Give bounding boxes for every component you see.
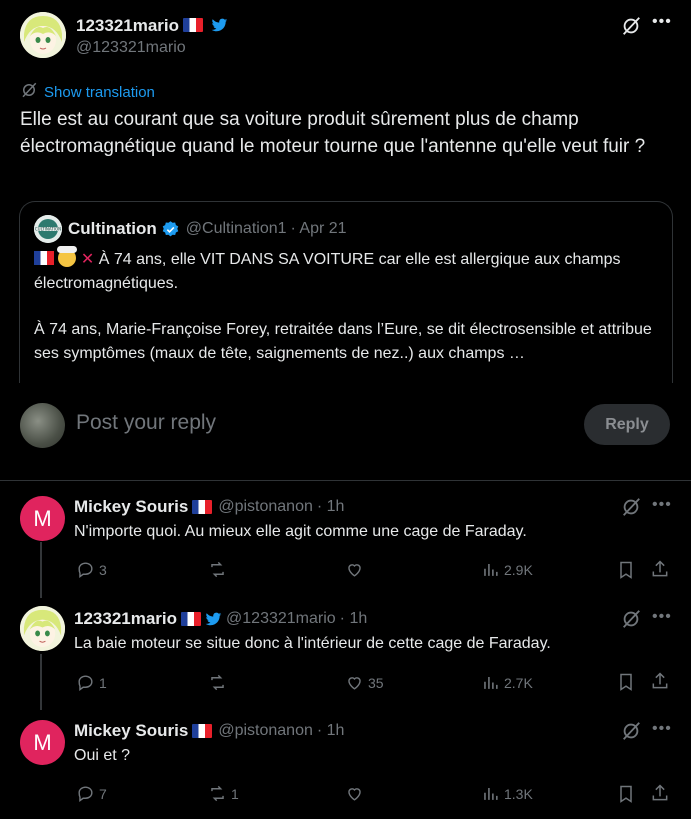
- quote-line-1: À 74 ans, elle VIT DANS SA VOITURE car e…: [34, 251, 621, 292]
- like-action[interactable]: 35: [345, 673, 384, 692]
- quote-line-2: À 74 ans, Marie-Françoise Forey, retrait…: [34, 321, 652, 362]
- quote-emoji-flag: [34, 251, 54, 265]
- quote-author-name[interactable]: Cultination: [68, 219, 157, 239]
- my-avatar[interactable]: [20, 403, 65, 448]
- views-action[interactable]: 2.7K: [481, 673, 533, 692]
- reply-2-time[interactable]: · 1h: [340, 610, 368, 628]
- like-action[interactable]: [345, 784, 368, 803]
- share-icon[interactable]: [650, 671, 670, 696]
- quote-author-handle[interactable]: @Cultination1: [186, 220, 287, 238]
- reply-count: 1: [99, 674, 107, 691]
- twitter-bird-icon: [211, 18, 228, 38]
- quote-date[interactable]: · Apr 21: [291, 220, 347, 238]
- reply-2-text: La baie moteur se situe donc à l'intérie…: [74, 635, 551, 652]
- grok-icon[interactable]: [620, 15, 642, 37]
- divider: [0, 480, 691, 481]
- bookmark-icon[interactable]: [616, 560, 636, 585]
- france-flag-icon: [181, 612, 202, 626]
- reply-action[interactable]: 3: [76, 560, 107, 579]
- france-flag-icon: [183, 18, 204, 32]
- verified-badge-icon: [161, 220, 180, 239]
- main-author-handle[interactable]: @123321mario: [76, 39, 186, 57]
- grok-icon[interactable]: [620, 496, 642, 518]
- reply-1-avatar[interactable]: M: [20, 496, 65, 541]
- bookmark-icon[interactable]: [616, 784, 636, 809]
- reply-icon: [78, 786, 93, 803]
- like-icon: [348, 677, 361, 690]
- views-action[interactable]: 2.9K: [481, 560, 533, 579]
- translate-icon: [20, 81, 38, 104]
- repost-icon: [211, 674, 224, 691]
- reply-3-text: Oui et ?: [74, 747, 131, 764]
- reply-count: 7: [99, 785, 107, 802]
- show-translation-link[interactable]: Show translation: [44, 84, 155, 101]
- main-author-avatar[interactable]: [20, 12, 66, 58]
- like-action[interactable]: [345, 560, 368, 579]
- reply-1-handle[interactable]: @pistonanon: [218, 498, 313, 516]
- views-count: 2.7K: [504, 674, 533, 691]
- reply-3-time[interactable]: · 1h: [317, 722, 345, 740]
- like-icon: [348, 788, 361, 801]
- thread-connector: [40, 654, 42, 710]
- reply-2-avatar[interactable]: [20, 606, 65, 651]
- reply-2-handle[interactable]: @123321mario: [226, 610, 336, 628]
- svg-text:CULTINATION: CULTINATION: [35, 227, 61, 232]
- views-action[interactable]: 1.3K: [481, 784, 533, 803]
- grok-icon[interactable]: [620, 608, 642, 630]
- reply-action[interactable]: 7: [76, 784, 107, 803]
- reply-1-text: N'importe quoi. Au mieux elle agit comme…: [74, 523, 527, 540]
- reply-2-name[interactable]: 123321mario: [74, 609, 177, 629]
- share-icon[interactable]: [650, 559, 670, 584]
- more-icon[interactable]: •••: [652, 13, 672, 31]
- repost-action[interactable]: [208, 673, 231, 692]
- bookmark-icon[interactable]: [616, 672, 636, 697]
- reply-3-name[interactable]: Mickey Souris: [74, 721, 188, 741]
- reply-icon: [78, 675, 93, 692]
- views-icon: [484, 676, 498, 689]
- repost-count: 1: [231, 785, 239, 802]
- main-post-text: Elle est au courant que sa voiture produ…: [20, 109, 646, 157]
- quote-emoji-shocked: [57, 246, 78, 267]
- views-count: 2.9K: [504, 561, 533, 578]
- like-icon: [348, 564, 361, 577]
- reply-action[interactable]: 1: [76, 673, 107, 692]
- reply-1-time[interactable]: · 1h: [317, 498, 345, 516]
- repost-action[interactable]: 1: [208, 784, 239, 803]
- repost-icon: [211, 785, 224, 802]
- views-count: 1.3K: [504, 785, 533, 802]
- grok-icon[interactable]: [620, 720, 642, 742]
- reply-3-avatar[interactable]: M: [20, 720, 65, 765]
- reply-input[interactable]: Post your reply: [76, 411, 216, 435]
- like-count: 35: [368, 674, 384, 691]
- views-icon: [484, 563, 498, 576]
- quote-emoji-cross: ✕: [80, 251, 95, 268]
- reply-1-name[interactable]: Mickey Souris: [74, 497, 188, 517]
- twitter-bird-icon: [205, 612, 222, 627]
- repost-icon: [211, 561, 224, 578]
- repost-action[interactable]: [208, 560, 231, 579]
- more-icon[interactable]: •••: [652, 720, 672, 738]
- reply-button[interactable]: Reply: [584, 404, 670, 445]
- quote-author-avatar[interactable]: CULTINATION: [34, 215, 62, 243]
- thread-connector: [40, 542, 42, 598]
- views-icon: [484, 787, 498, 800]
- more-icon[interactable]: •••: [652, 608, 672, 626]
- reply-count: 3: [99, 561, 107, 578]
- france-flag-icon: [192, 500, 213, 514]
- france-flag-icon: [192, 724, 213, 738]
- share-icon[interactable]: [650, 783, 670, 808]
- reply-icon: [78, 562, 93, 579]
- more-icon[interactable]: •••: [652, 496, 672, 514]
- reply-3-handle[interactable]: @pistonanon: [218, 722, 313, 740]
- main-author-name[interactable]: 123321mario: [76, 16, 179, 35]
